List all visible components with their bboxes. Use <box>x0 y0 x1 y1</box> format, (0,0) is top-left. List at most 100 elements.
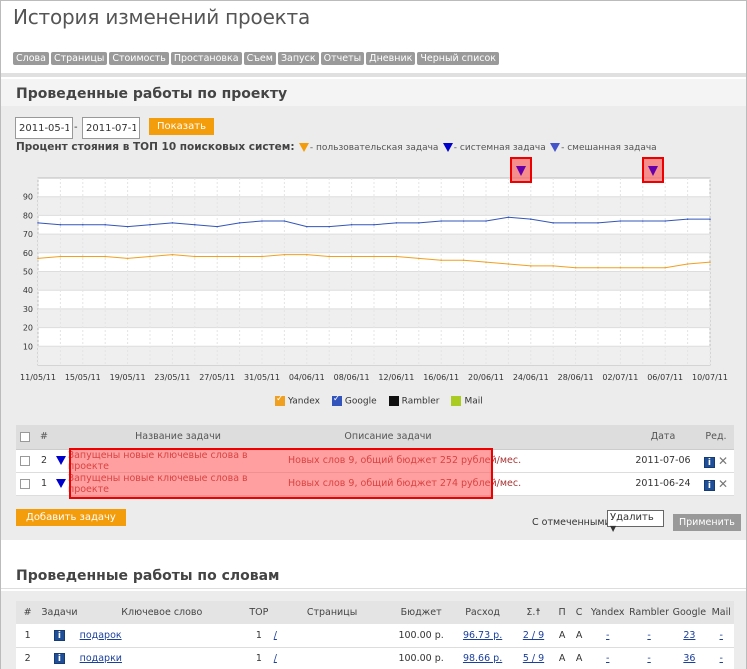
task-marker-1[interactable] <box>510 157 532 183</box>
tab-reports[interactable]: Отчеты <box>320 52 365 65</box>
keyword-link[interactable]: подарки <box>80 653 122 664</box>
delete-icon[interactable]: ✕ <box>718 477 728 491</box>
add-task-button[interactable]: Добавить задачу <box>16 509 126 526</box>
legend-item-google[interactable]: Google <box>331 394 377 407</box>
data-point <box>306 225 308 228</box>
data-point <box>149 255 151 258</box>
date-from-input[interactable] <box>15 117 73 139</box>
legend-checkbox[interactable] <box>451 396 462 406</box>
data-point <box>462 259 465 262</box>
google-link[interactable]: 23 <box>683 630 695 641</box>
sigma-link[interactable]: 2 / 9 <box>523 630 544 641</box>
legend-mixed: - смешанная задача <box>561 143 657 153</box>
pages-header: Страницы <box>273 601 391 624</box>
tab-blacklist[interactable]: Черный список <box>417 52 500 65</box>
tab-words[interactable]: Слова <box>13 52 49 65</box>
info-icon[interactable]: i <box>53 653 65 664</box>
x-tick-label: 04/06/11 <box>289 373 325 382</box>
select-all-header <box>16 425 34 450</box>
spend-link[interactable]: 98.66 р. <box>463 653 502 664</box>
x-tick-label: 23/05/11 <box>154 373 190 382</box>
delete-icon[interactable]: ✕ <box>718 454 728 468</box>
legend-checkbox[interactable] <box>331 394 342 406</box>
mail-link[interactable]: - <box>720 653 723 664</box>
google-link[interactable]: 36 <box>683 653 695 664</box>
budget-value: 100.00 р. <box>390 647 452 669</box>
legend-title: Процент стояния в ТОП 10 поисковых систе… <box>16 141 295 153</box>
legend-label: Google <box>344 396 377 407</box>
legend-item-rambler[interactable]: Rambler <box>388 396 440 407</box>
page-link[interactable]: / <box>274 630 277 641</box>
p-value: A <box>553 624 571 648</box>
sigma-link[interactable]: 5 / 9 <box>523 653 544 664</box>
works-section-title: Проведенные работы по проекту <box>16 86 288 102</box>
tab-placement[interactable]: Простановка <box>170 52 242 65</box>
desc-header: Описание задачи <box>288 425 488 450</box>
rambler-link[interactable]: - <box>647 653 650 664</box>
data-point <box>709 218 711 220</box>
spend-link[interactable]: 96.73 р. <box>463 630 502 641</box>
row-checkbox[interactable] <box>20 478 30 489</box>
bulk-action-value: Удалить <box>610 512 654 523</box>
data-point <box>82 255 84 258</box>
row-checkbox[interactable] <box>20 455 30 466</box>
data-point <box>37 257 39 260</box>
tab-pages[interactable]: Страницы <box>50 52 108 65</box>
task-date: 2011-07-06 <box>628 449 698 473</box>
data-point <box>283 220 286 222</box>
legend-checkbox[interactable] <box>388 396 399 406</box>
edit-header: Ред. <box>698 425 734 450</box>
y-tick-label: 40 <box>23 286 33 295</box>
x-tick-label: 11/05/11 <box>20 373 56 382</box>
data-point <box>395 222 398 224</box>
top10-chart: 10 20 30 40 50 60 70 80 90 11/05/11 15/05/11 19/05/… <box>20 177 728 382</box>
num-header: # <box>16 601 40 624</box>
data-point <box>216 255 218 258</box>
y-tick-label: 70 <box>23 230 33 239</box>
x-tick-label: 12/06/11 <box>378 373 414 382</box>
data-point <box>485 220 487 222</box>
date-header: Дата <box>628 425 698 450</box>
task-legend: Процент стояния в ТОП 10 поисковых систе… <box>16 141 657 153</box>
x-tick-label: 31/05/11 <box>244 373 280 382</box>
highlight-box <box>69 448 493 499</box>
legend-checkbox[interactable] <box>275 394 285 406</box>
legend-item-yandex[interactable]: Yandex <box>275 394 320 407</box>
page-link[interactable]: / <box>274 653 277 664</box>
row-num: 2 <box>34 449 54 473</box>
data-point <box>171 222 174 224</box>
data-point <box>664 266 666 269</box>
legend-label: Rambler <box>401 396 440 407</box>
data-point <box>530 265 532 267</box>
keyword-link[interactable]: подарок <box>80 630 122 641</box>
legend-user: - пользовательская задача <box>309 143 439 153</box>
apply-button[interactable]: Применить <box>673 514 741 531</box>
data-point <box>462 220 465 222</box>
x-tick-label: 19/05/11 <box>110 373 146 382</box>
select-all-checkbox[interactable] <box>20 431 30 442</box>
p-value: A <box>553 647 571 669</box>
tab-removal[interactable]: Съем <box>243 52 276 65</box>
x-tick-label: 08/06/11 <box>334 373 370 382</box>
mail-link[interactable]: - <box>720 630 723 641</box>
tab-cost[interactable]: Стоимость <box>109 52 169 65</box>
info-icon[interactable]: i <box>53 629 65 641</box>
yandex-link[interactable]: - <box>606 653 609 664</box>
tab-diary[interactable]: Дневник <box>366 52 416 65</box>
system-task-icon <box>516 166 526 176</box>
info-icon[interactable]: i <box>703 456 715 468</box>
system-task-icon <box>442 142 453 152</box>
rambler-link[interactable]: - <box>647 630 650 641</box>
info-icon[interactable]: i <box>703 479 715 491</box>
data-point <box>373 255 375 258</box>
yandex-link[interactable]: - <box>606 630 609 641</box>
task-marker-2[interactable] <box>642 157 664 183</box>
num-header: # <box>34 425 54 450</box>
legend-item-mail[interactable]: Mail <box>451 396 483 407</box>
tab-launch[interactable]: Запуск <box>277 52 319 65</box>
bulk-action-select[interactable]: Удалить ▼ <box>607 510 664 533</box>
system-task-icon <box>56 479 66 488</box>
table-row: 1 i подарок 1/100.00 р. 96.73 р. 2 / 9 A A - -23- <box>16 624 734 648</box>
date-to-input[interactable] <box>82 117 140 139</box>
show-button[interactable]: Показать <box>149 118 214 135</box>
